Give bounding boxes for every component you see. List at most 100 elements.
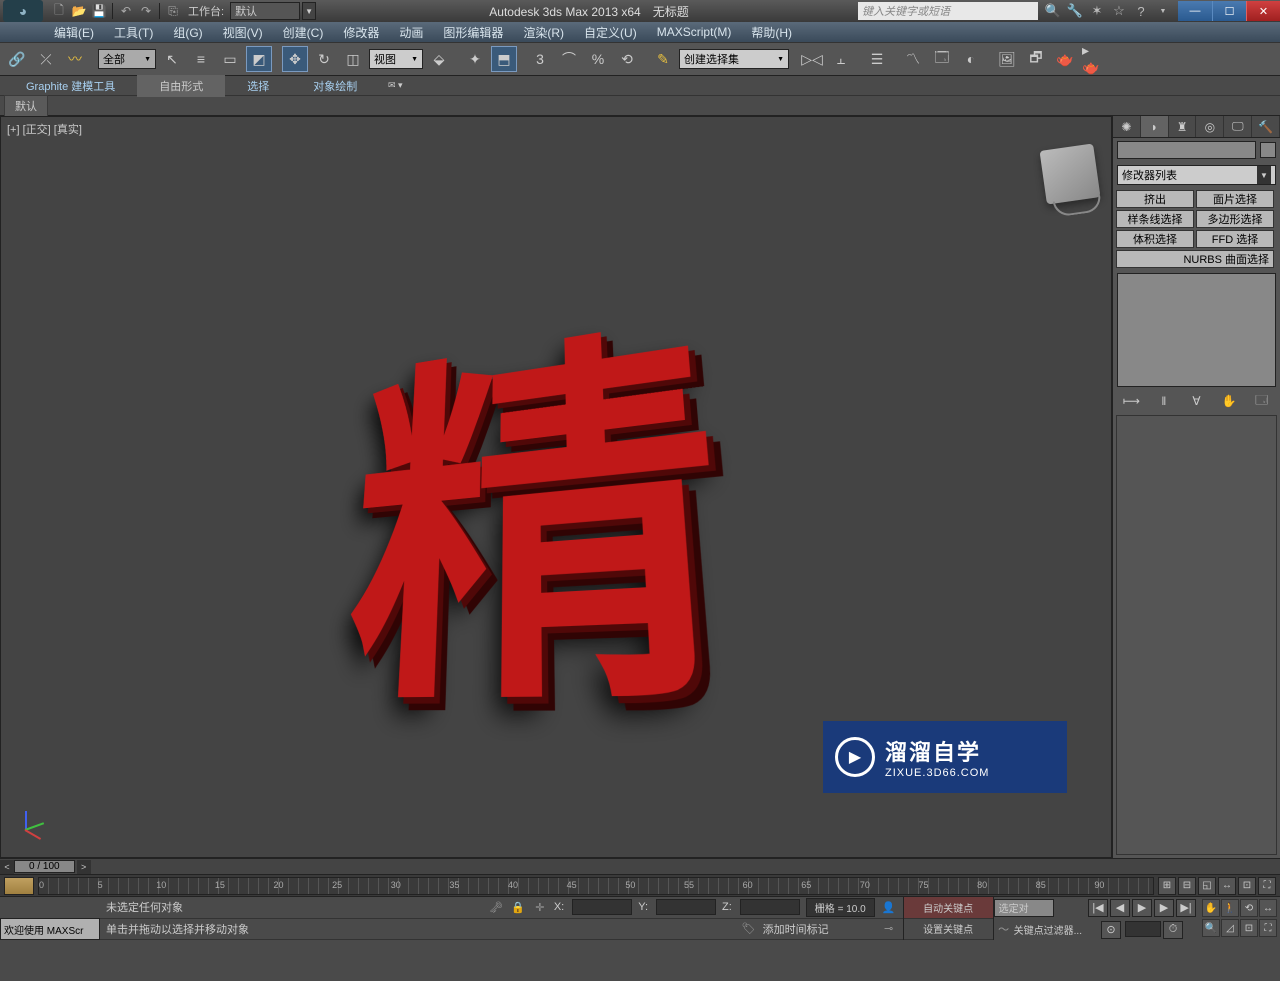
zoom-icon[interactable]: 🔍: [1202, 919, 1220, 937]
named-sel-edit-icon[interactable]: ✎: [650, 46, 676, 72]
create-tab-icon[interactable]: ✺: [1113, 116, 1141, 137]
workspace-drop[interactable]: ▼: [302, 2, 316, 20]
maximize-button[interactable]: ☐: [1212, 1, 1246, 21]
render-setup-icon[interactable]: 🖼: [994, 46, 1020, 72]
link-icon[interactable]: ⎘: [164, 2, 182, 20]
lock-icon[interactable]: 🗝: [488, 899, 504, 915]
menu-grapheditor[interactable]: 图形编辑器: [433, 22, 513, 43]
object-color-swatch[interactable]: [1260, 142, 1276, 158]
lock2-icon[interactable]: 🔒: [510, 899, 526, 915]
binoculars-icon[interactable]: 🔍: [1044, 2, 1062, 20]
prev-frame-icon[interactable]: ◀: [1110, 899, 1130, 917]
layers-icon[interactable]: ☰: [864, 46, 890, 72]
viewport[interactable]: [+] [正交] [真实] 精 ▶ 溜溜自学 ZIXUE.3D66.COM: [0, 116, 1112, 858]
modify-tab-icon[interactable]: ◗: [1141, 116, 1169, 137]
key-selset-combo[interactable]: 选定对: [994, 899, 1054, 917]
time-slider-track[interactable]: [91, 860, 1280, 874]
modifier-stack[interactable]: [1117, 273, 1276, 387]
time-tag-icon[interactable]: 🏷: [741, 921, 757, 937]
exchange-icon[interactable]: ✶: [1088, 2, 1106, 20]
dolly-icon[interactable]: ↔: [1259, 899, 1277, 917]
select-name-icon[interactable]: ≡: [188, 46, 214, 72]
frame-indicator[interactable]: 0 / 100: [14, 860, 75, 873]
goto-end-icon[interactable]: ▶|: [1176, 899, 1196, 917]
redo-icon[interactable]: ↷: [137, 2, 155, 20]
mod-polysel[interactable]: 多边形选择: [1196, 210, 1274, 228]
menu-help[interactable]: 帮助(H): [741, 22, 802, 43]
named-selection-combo[interactable]: 创建选择集▼: [679, 49, 789, 69]
remove-mod-icon[interactable]: ✋: [1219, 392, 1239, 410]
nav-btn-4[interactable]: ↔: [1218, 877, 1236, 895]
menu-render[interactable]: 渲染(R): [513, 22, 574, 43]
z-coord-input[interactable]: [740, 899, 800, 915]
nav-btn-6[interactable]: ⛶: [1258, 877, 1276, 895]
hierarchy-tab-icon[interactable]: ♜: [1169, 116, 1197, 137]
autokey-button[interactable]: 自动关键点: [904, 897, 993, 919]
help-drop-icon[interactable]: ▼: [1154, 2, 1172, 20]
walk-icon[interactable]: 🚶: [1221, 899, 1239, 917]
mod-splinesel[interactable]: 样条线选择: [1116, 210, 1194, 228]
maxscript-listener[interactable]: 欢迎使用 MAXScr: [0, 918, 100, 940]
zoom-ext-icon[interactable]: ⊡: [1240, 919, 1258, 937]
ribbon-expand-icon[interactable]: ✉ ▾: [383, 80, 407, 91]
current-frame-input[interactable]: [1125, 921, 1161, 937]
unlink-tool-icon[interactable]: ⤫: [33, 46, 59, 72]
menu-modifiers[interactable]: 修改器: [333, 22, 389, 43]
material-icon[interactable]: ◐: [958, 46, 984, 72]
mirror-icon[interactable]: ▷◁: [799, 46, 825, 72]
select-icon[interactable]: ↖: [159, 46, 185, 72]
nav-btn-2[interactable]: ⊟: [1178, 877, 1196, 895]
select-window-icon[interactable]: ◩: [246, 46, 272, 72]
track-slider[interactable]: [4, 877, 34, 895]
close-button[interactable]: ✕: [1246, 1, 1280, 21]
x-coord-input[interactable]: [572, 899, 632, 915]
app-icon[interactable]: ◕: [3, 0, 43, 22]
menu-maxscript[interactable]: MAXScript(M): [647, 23, 742, 41]
configure-icon[interactable]: 🗔: [1252, 392, 1272, 410]
mod-nurbssel[interactable]: NURBS 曲面选择: [1116, 250, 1274, 268]
menu-edit[interactable]: 编辑(E): [44, 22, 104, 43]
object-name-input[interactable]: [1117, 141, 1256, 159]
render-icon[interactable]: ▸🫖: [1081, 46, 1107, 72]
rollout-area[interactable]: [1116, 415, 1277, 855]
fov-icon[interactable]: ◿: [1221, 919, 1239, 937]
workspace-combo[interactable]: 默认: [230, 2, 300, 20]
menu-anim[interactable]: 动画: [389, 22, 433, 43]
bind-tool-icon[interactable]: 〰: [62, 46, 88, 72]
menu-view[interactable]: 视图(V): [213, 22, 273, 43]
y-coord-input[interactable]: [656, 899, 716, 915]
menu-create[interactable]: 创建(C): [273, 22, 334, 43]
mod-patchsel[interactable]: 面片选择: [1196, 190, 1274, 208]
nav-btn-3[interactable]: ◱: [1198, 877, 1216, 895]
curve-editor-icon[interactable]: 〽: [900, 46, 926, 72]
menu-group[interactable]: 组(G): [163, 22, 212, 43]
open-icon[interactable]: 📂: [70, 2, 88, 20]
crosshair-icon[interactable]: ✛: [532, 899, 548, 915]
unique-icon[interactable]: ∀: [1186, 392, 1206, 410]
ribbon-tab-graphite[interactable]: Graphite 建模工具: [4, 75, 137, 97]
modifier-list-combo[interactable]: 修改器列表▼: [1117, 165, 1276, 185]
move-icon[interactable]: ✥: [282, 46, 308, 72]
nav-btn-5[interactable]: ⊡: [1238, 877, 1256, 895]
display-tab-icon[interactable]: 🖵: [1224, 116, 1252, 137]
link-tool-icon[interactable]: 🔗: [4, 46, 30, 72]
pan-icon[interactable]: ✋: [1202, 899, 1220, 917]
spinner-snap-icon[interactable]: ⟲: [614, 46, 640, 72]
save-icon[interactable]: 💾: [90, 2, 108, 20]
pivot-icon[interactable]: ⬙: [426, 46, 452, 72]
undo-icon[interactable]: ↶: [117, 2, 135, 20]
subtab-default[interactable]: 默认: [4, 95, 48, 117]
add-time-tag[interactable]: 添加时间标记: [763, 921, 829, 937]
mod-ffdsel[interactable]: FFD 选择: [1196, 230, 1274, 248]
pin-stack-icon[interactable]: ⟼: [1121, 392, 1141, 410]
show-end-icon[interactable]: ‖: [1154, 392, 1174, 410]
mod-extrude[interactable]: 挤出: [1116, 190, 1194, 208]
rotate-icon[interactable]: ↻: [311, 46, 337, 72]
orbit-icon[interactable]: ⟲: [1240, 899, 1258, 917]
nav-btn-1[interactable]: ⊞: [1158, 877, 1176, 895]
star-icon[interactable]: ☆: [1110, 2, 1128, 20]
render-prod-icon[interactable]: 🫖: [1052, 46, 1078, 72]
goto-start-icon[interactable]: |◀: [1088, 899, 1108, 917]
help-icon[interactable]: ?: [1132, 2, 1150, 20]
key-icon[interactable]: ⊸: [881, 921, 897, 937]
